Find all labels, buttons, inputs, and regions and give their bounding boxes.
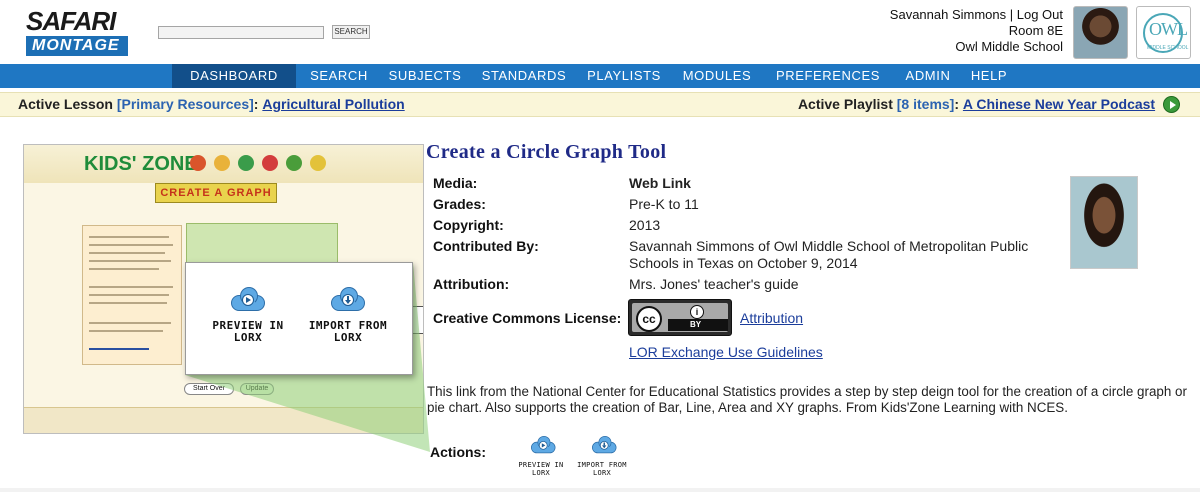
import-from-lorx-label: IMPORT FROM LORX (308, 319, 388, 344)
active-playlist-colon: : (954, 96, 960, 112)
nav-search[interactable]: SEARCH (300, 64, 378, 88)
grades-label: Grades: (433, 196, 486, 212)
lorx-popup: PREVIEW IN LORX IMPORT FROM LORX (185, 262, 413, 375)
media-label: Media: (433, 175, 478, 191)
thumbnail-text-panel (82, 225, 182, 365)
thumbnail-footer (24, 407, 423, 433)
action-preview-in-lorx[interactable]: PREVIEW IN LORX (516, 436, 566, 477)
thumbnail-nav-icon (190, 155, 206, 171)
thumbnail-nav-icon (286, 155, 302, 171)
contributor-photo (1070, 176, 1138, 269)
active-lesson: Active Lesson [Primary Resources]: Agric… (18, 93, 405, 116)
text-line (89, 286, 173, 288)
media-value: Web Link (629, 175, 691, 191)
active-lesson-type[interactable]: [Primary Resources] (117, 96, 254, 112)
cloud-download-icon (331, 287, 365, 311)
attribution-label: Attribution: (433, 276, 510, 292)
thumbnail-header: KIDS' ZONE (24, 145, 423, 183)
active-lesson-link[interactable]: Agricultural Pollution (262, 96, 404, 112)
main-nav: DASHBOARD SEARCH SUBJECTS STANDARDS PLAY… (0, 64, 1200, 88)
cc-icon: cc (636, 306, 662, 332)
footer-rule (0, 488, 1200, 492)
active-lesson-label: Active Lesson (18, 96, 113, 112)
cc-badge-inner: cc i BY (632, 303, 728, 332)
cc-attribution-link[interactable]: Attribution (740, 310, 803, 327)
text-line (89, 294, 169, 296)
nav-preferences[interactable]: PREFERENCES (766, 64, 890, 88)
preview-in-lorx-label: PREVIEW IN LORX (212, 319, 284, 344)
text-line (89, 252, 165, 254)
attribution-value: Mrs. Jones' teacher's guide (629, 276, 799, 292)
text-line (89, 322, 171, 324)
thumbnail-graph-area (186, 223, 423, 334)
cc-license-label: Creative Commons License: (433, 310, 622, 326)
nav-playlists[interactable]: PLAYLISTS (580, 64, 668, 88)
active-bar: Active Lesson [Primary Resources]: Agric… (0, 92, 1200, 117)
contributed-label: Contributed By: (433, 238, 539, 254)
text-line (89, 244, 173, 246)
contributed-value-line2: Schools in Texas on October 9, 2014 (629, 255, 858, 271)
copyright-label: Copyright: (433, 217, 504, 233)
nav-modules[interactable]: MODULES (672, 64, 762, 88)
nav-dashboard[interactable]: DASHBOARD (172, 64, 296, 88)
active-playlist-count[interactable]: [8 items] (897, 96, 955, 112)
preview-in-lorx-button[interactable]: PREVIEW IN LORX (202, 287, 294, 344)
logo-top-text: SAFARI (26, 6, 116, 36)
school-logo-subtext: MIDDLE SCHOOL (1147, 45, 1189, 51)
school-logo-text: OWL (1149, 19, 1188, 39)
person-icon: i (690, 305, 704, 319)
text-line (89, 268, 159, 270)
text-line (89, 302, 167, 304)
nav-standards[interactable]: STANDARDS (472, 64, 576, 88)
actions-label: Actions: (430, 444, 486, 460)
play-icon[interactable] (1163, 96, 1180, 113)
action-import-label: IMPORT FROM LORX (577, 461, 627, 477)
thumbnail-nav-icon (238, 155, 254, 171)
cc-by-badge[interactable]: cc i BY (628, 299, 732, 336)
text-line (89, 348, 149, 350)
user-name-logout[interactable]: Savannah Simmons | Log Out (890, 7, 1063, 23)
search-input[interactable] (158, 26, 324, 39)
safari-montage-logo[interactable]: SAFARI MONTAGE (26, 8, 130, 56)
user-room: Room 8E (1008, 23, 1063, 38)
user-school: Owl Middle School (955, 39, 1063, 54)
nav-admin[interactable]: ADMIN (896, 64, 960, 88)
grades-value: Pre-K to 11 (629, 196, 699, 212)
nav-subjects[interactable]: SUBJECTS (382, 64, 468, 88)
active-playlist-link[interactable]: A Chinese New Year Podcast (963, 96, 1155, 112)
header: SAFARI MONTAGE SEARCH Savannah Simmons |… (0, 0, 1200, 64)
resource-description: This link from the National Center for E… (427, 384, 1187, 415)
text-line (89, 260, 171, 262)
action-preview-label: PREVIEW IN LORX (518, 461, 564, 477)
active-playlist: Active Playlist [8 items]: A Chinese New… (798, 93, 1180, 116)
thumbnail-start-over-button: Start Over (184, 383, 234, 395)
text-line (89, 330, 163, 332)
logo-bottom-text: MONTAGE (26, 36, 128, 56)
school-logo: OWL MIDDLE SCHOOL (1136, 6, 1191, 59)
cloud-play-icon (530, 436, 555, 454)
cloud-download-icon (591, 436, 616, 454)
text-line (89, 236, 169, 238)
lor-guidelines-link[interactable]: LOR Exchange Use Guidelines (629, 344, 823, 361)
resource-title: Create a Circle Graph Tool (426, 141, 667, 163)
contributed-value-line1: Savannah Simmons of Owl Middle School of… (629, 238, 1029, 254)
cloud-play-icon (231, 287, 265, 311)
thumbnail-nav-icon (262, 155, 278, 171)
user-info: Savannah Simmons | Log Out Room 8E Owl M… (890, 7, 1063, 55)
thumbnail-update-button: Update (240, 383, 274, 395)
cc-by-text: BY (690, 320, 702, 329)
user-avatar[interactable] (1073, 6, 1128, 59)
import-from-lorx-button[interactable]: IMPORT FROM LORX (302, 287, 394, 344)
search-button[interactable]: SEARCH (332, 25, 370, 39)
thumbnail-banner: CREATE A GRAPH (155, 183, 277, 203)
action-import-from-lorx[interactable]: IMPORT FROM LORX (577, 436, 627, 477)
thumbnail-nav-icon (310, 155, 326, 171)
thumbnail-site-name: KIDS' ZONE (84, 153, 198, 175)
active-lesson-colon: : (253, 96, 259, 112)
copyright-value: 2013 (629, 217, 661, 233)
nav-help[interactable]: HELP (962, 64, 1016, 88)
active-playlist-label: Active Playlist (797, 96, 893, 112)
thumbnail-nav-icon (214, 155, 230, 171)
